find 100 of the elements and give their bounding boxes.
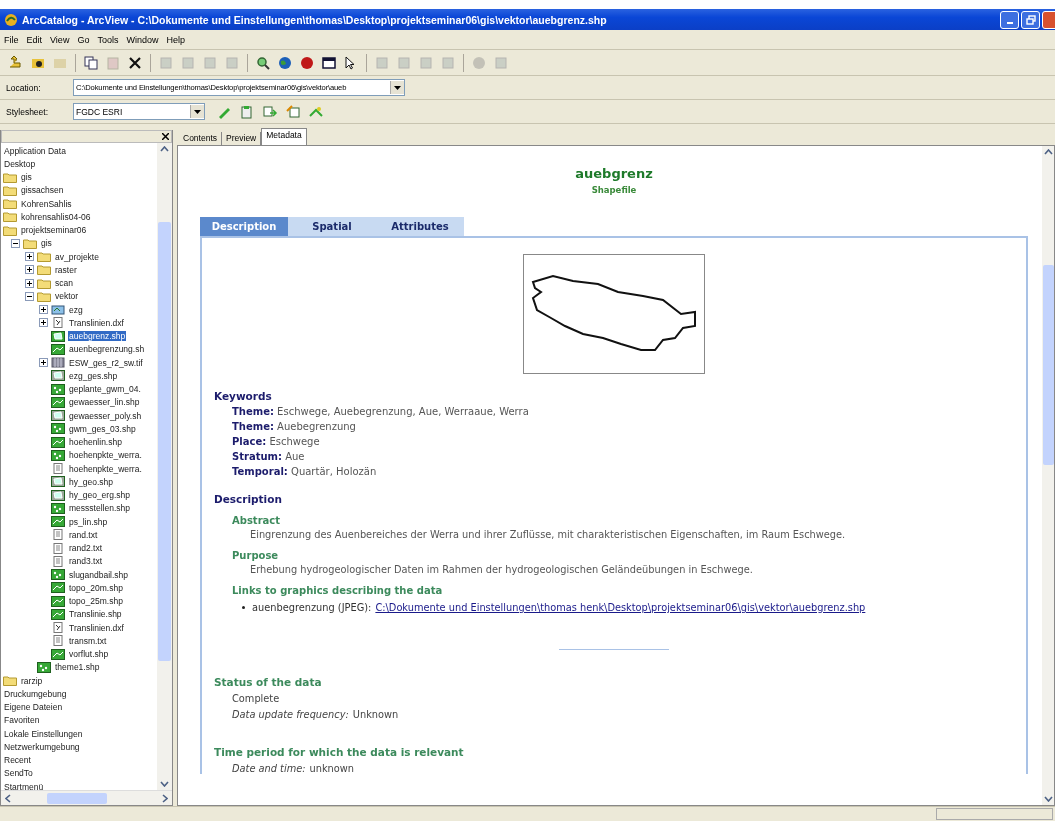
tree-item[interactable]: Translinien.dxf bbox=[68, 317, 125, 328]
tree-item[interactable]: rand3.txt bbox=[68, 556, 104, 567]
tree-item[interactable]: SendTo bbox=[3, 768, 34, 779]
file-link[interactable]: C:\Dokumente und Einstellungen\thomas henk\Desktop\projektseminar06\gis\vektor\auebgrenz.shp bbox=[375, 602, 866, 613]
menu-item[interactable]: Tools bbox=[97, 34, 119, 45]
section-tab[interactable]: Attributes bbox=[376, 217, 464, 236]
keyword-line: Temporal: Quartär, Holozän bbox=[232, 466, 378, 477]
tree-item[interactable]: transm.txt bbox=[68, 635, 108, 646]
tree-item[interactable]: auebgrenz.shp bbox=[68, 331, 127, 342]
expand-toggle[interactable] bbox=[25, 252, 34, 262]
tree-item[interactable]: ps_lin.shp bbox=[68, 516, 109, 527]
scroll-down-icon[interactable] bbox=[1043, 796, 1053, 802]
tree-item[interactable]: Lokale Einstellungen bbox=[3, 728, 84, 739]
scroll-up-icon[interactable] bbox=[160, 146, 169, 152]
tree-item[interactable]: Application Data bbox=[3, 145, 67, 156]
tree-item[interactable]: ezg_ges.shp bbox=[68, 370, 119, 381]
tree-item[interactable]: geplante_gwm_04. bbox=[68, 384, 142, 395]
grid-icon bbox=[51, 357, 65, 369]
tree-item[interactable]: projektseminar06 bbox=[20, 225, 88, 236]
expand-toggle[interactable] bbox=[25, 278, 34, 288]
menu-item[interactable]: Go bbox=[77, 34, 90, 45]
tree-item[interactable]: messstellen.shp bbox=[68, 503, 131, 514]
menu-item[interactable]: Help bbox=[166, 34, 185, 45]
dropdown-arrow-icon[interactable] bbox=[194, 109, 201, 114]
vertical-scrollbar[interactable] bbox=[157, 143, 172, 790]
restore-button[interactable] bbox=[1021, 10, 1040, 29]
tree-item[interactable]: gis bbox=[20, 172, 33, 183]
tree-item[interactable]: rand2.txt bbox=[68, 543, 104, 554]
close-icon[interactable] bbox=[162, 133, 169, 140]
tree-item[interactable]: gis bbox=[40, 238, 53, 249]
tree-item[interactable]: Favoriten bbox=[3, 715, 41, 726]
map-layer-icon bbox=[51, 449, 65, 461]
scroll-left-icon[interactable] bbox=[5, 793, 11, 803]
tree-item[interactable]: gewaesser_lin.shp bbox=[68, 397, 141, 408]
menu-item[interactable]: File bbox=[4, 34, 19, 45]
view-tab[interactable]: Metadata bbox=[261, 128, 307, 145]
tree-item[interactable]: Startmenü bbox=[3, 781, 45, 790]
tree-item[interactable]: hy_geo.shp bbox=[68, 476, 114, 487]
tree-item[interactable]: raster bbox=[54, 264, 78, 275]
tree-item[interactable]: hoehenpkte_werra. bbox=[68, 463, 143, 474]
folder-icon bbox=[23, 237, 37, 249]
expand-toggle[interactable] bbox=[25, 265, 34, 275]
collapse-toggle[interactable] bbox=[11, 238, 20, 248]
window-title: ArcCatalog - ArcView - C:\Dokumente und Einstellungen\thomas\Desktop\projektseminar06\gis\vektor\auebgrenz.shp bbox=[22, 13, 608, 26]
tree-item[interactable]: topo_20m.shp bbox=[68, 582, 124, 593]
tree-item[interactable]: hy_geo_erg.shp bbox=[68, 490, 131, 501]
tree-item[interactable]: Translinien.dxf bbox=[68, 622, 125, 633]
map-layer-icon bbox=[51, 569, 65, 581]
scroll-right-icon[interactable] bbox=[162, 793, 168, 803]
expand-toggle[interactable] bbox=[39, 358, 48, 368]
tree-item[interactable]: gwm_ges_03.shp bbox=[68, 423, 137, 434]
scroll-up-icon[interactable] bbox=[1043, 149, 1053, 155]
vertical-scrollbar[interactable] bbox=[1042, 146, 1054, 805]
tree-item[interactable]: topo_25m.shp bbox=[68, 596, 124, 607]
scroll-down-icon[interactable] bbox=[160, 781, 169, 787]
map-layer-icon bbox=[51, 423, 65, 435]
tree-item[interactable]: Translinie.shp bbox=[68, 609, 123, 620]
tree-item[interactable]: theme1.shp bbox=[54, 662, 101, 673]
tree-item[interactable]: slugandbail.shp bbox=[68, 569, 130, 580]
tree-item[interactable]: Netzwerkumgebung bbox=[3, 741, 81, 752]
tree-item[interactable]: Druckumgebung bbox=[3, 688, 68, 699]
tree-item[interactable]: vorflut.shp bbox=[68, 649, 110, 660]
map-layer-icon bbox=[51, 330, 65, 342]
section-heading: Time period for which the data is relevant bbox=[214, 746, 465, 758]
stylesheet-dropdown[interactable]: FGDC ESRI bbox=[73, 103, 205, 120]
tree-item[interactable]: vektor bbox=[54, 291, 80, 302]
menu-item[interactable]: Window bbox=[126, 34, 159, 45]
section-tab[interactable]: Spatial bbox=[288, 217, 376, 236]
tree-item[interactable]: av_projekte bbox=[54, 251, 100, 262]
tree-item[interactable]: Recent bbox=[3, 755, 32, 766]
dropdown-arrow-icon[interactable] bbox=[394, 85, 401, 90]
tree-item[interactable]: rand.txt bbox=[68, 529, 99, 540]
tree-item[interactable]: scan bbox=[54, 278, 74, 289]
tree-item[interactable]: KohrenSahlis bbox=[20, 198, 73, 209]
tree-item[interactable]: auenbegrenzung.sh bbox=[68, 344, 146, 355]
tree-item[interactable]: gissachsen bbox=[20, 185, 65, 196]
expand-toggle[interactable] bbox=[39, 305, 48, 315]
menu-item[interactable]: View bbox=[50, 34, 70, 45]
tree-item[interactable]: ESW_ges_r2_sw.tif bbox=[68, 357, 144, 368]
section-tab[interactable]: Description bbox=[200, 217, 288, 236]
map-layer-icon bbox=[51, 608, 65, 620]
tree-item[interactable]: kohrensahlis04-06 bbox=[20, 211, 92, 222]
app-icon bbox=[4, 12, 18, 27]
subsection-heading: Purpose bbox=[232, 550, 280, 561]
expand-toggle[interactable] bbox=[39, 318, 48, 328]
map-layer-icon bbox=[51, 489, 65, 501]
tree-item[interactable]: hoehenlin.shp bbox=[68, 437, 123, 448]
keyword-line: Theme: Eschwege, Auebegrenzung, Aue, Werraaue, Werra bbox=[232, 406, 530, 417]
tree-item[interactable]: hoehenpkte_werra. bbox=[68, 450, 143, 461]
tree-item[interactable]: Eigene Dateien bbox=[3, 702, 64, 713]
tree-item[interactable]: rarzip bbox=[20, 675, 44, 686]
tree-item[interactable]: Desktop bbox=[3, 158, 37, 169]
tree-item[interactable]: ezg bbox=[68, 304, 84, 315]
close-button[interactable] bbox=[1042, 10, 1055, 29]
menu-item[interactable]: Edit bbox=[26, 34, 43, 45]
horizontal-scrollbar[interactable] bbox=[1, 790, 172, 805]
minimize-button[interactable] bbox=[1000, 10, 1019, 29]
tree-item[interactable]: gewaesser_poly.sh bbox=[68, 410, 143, 421]
collapse-toggle[interactable] bbox=[25, 291, 34, 301]
map-layer-icon bbox=[51, 370, 65, 382]
